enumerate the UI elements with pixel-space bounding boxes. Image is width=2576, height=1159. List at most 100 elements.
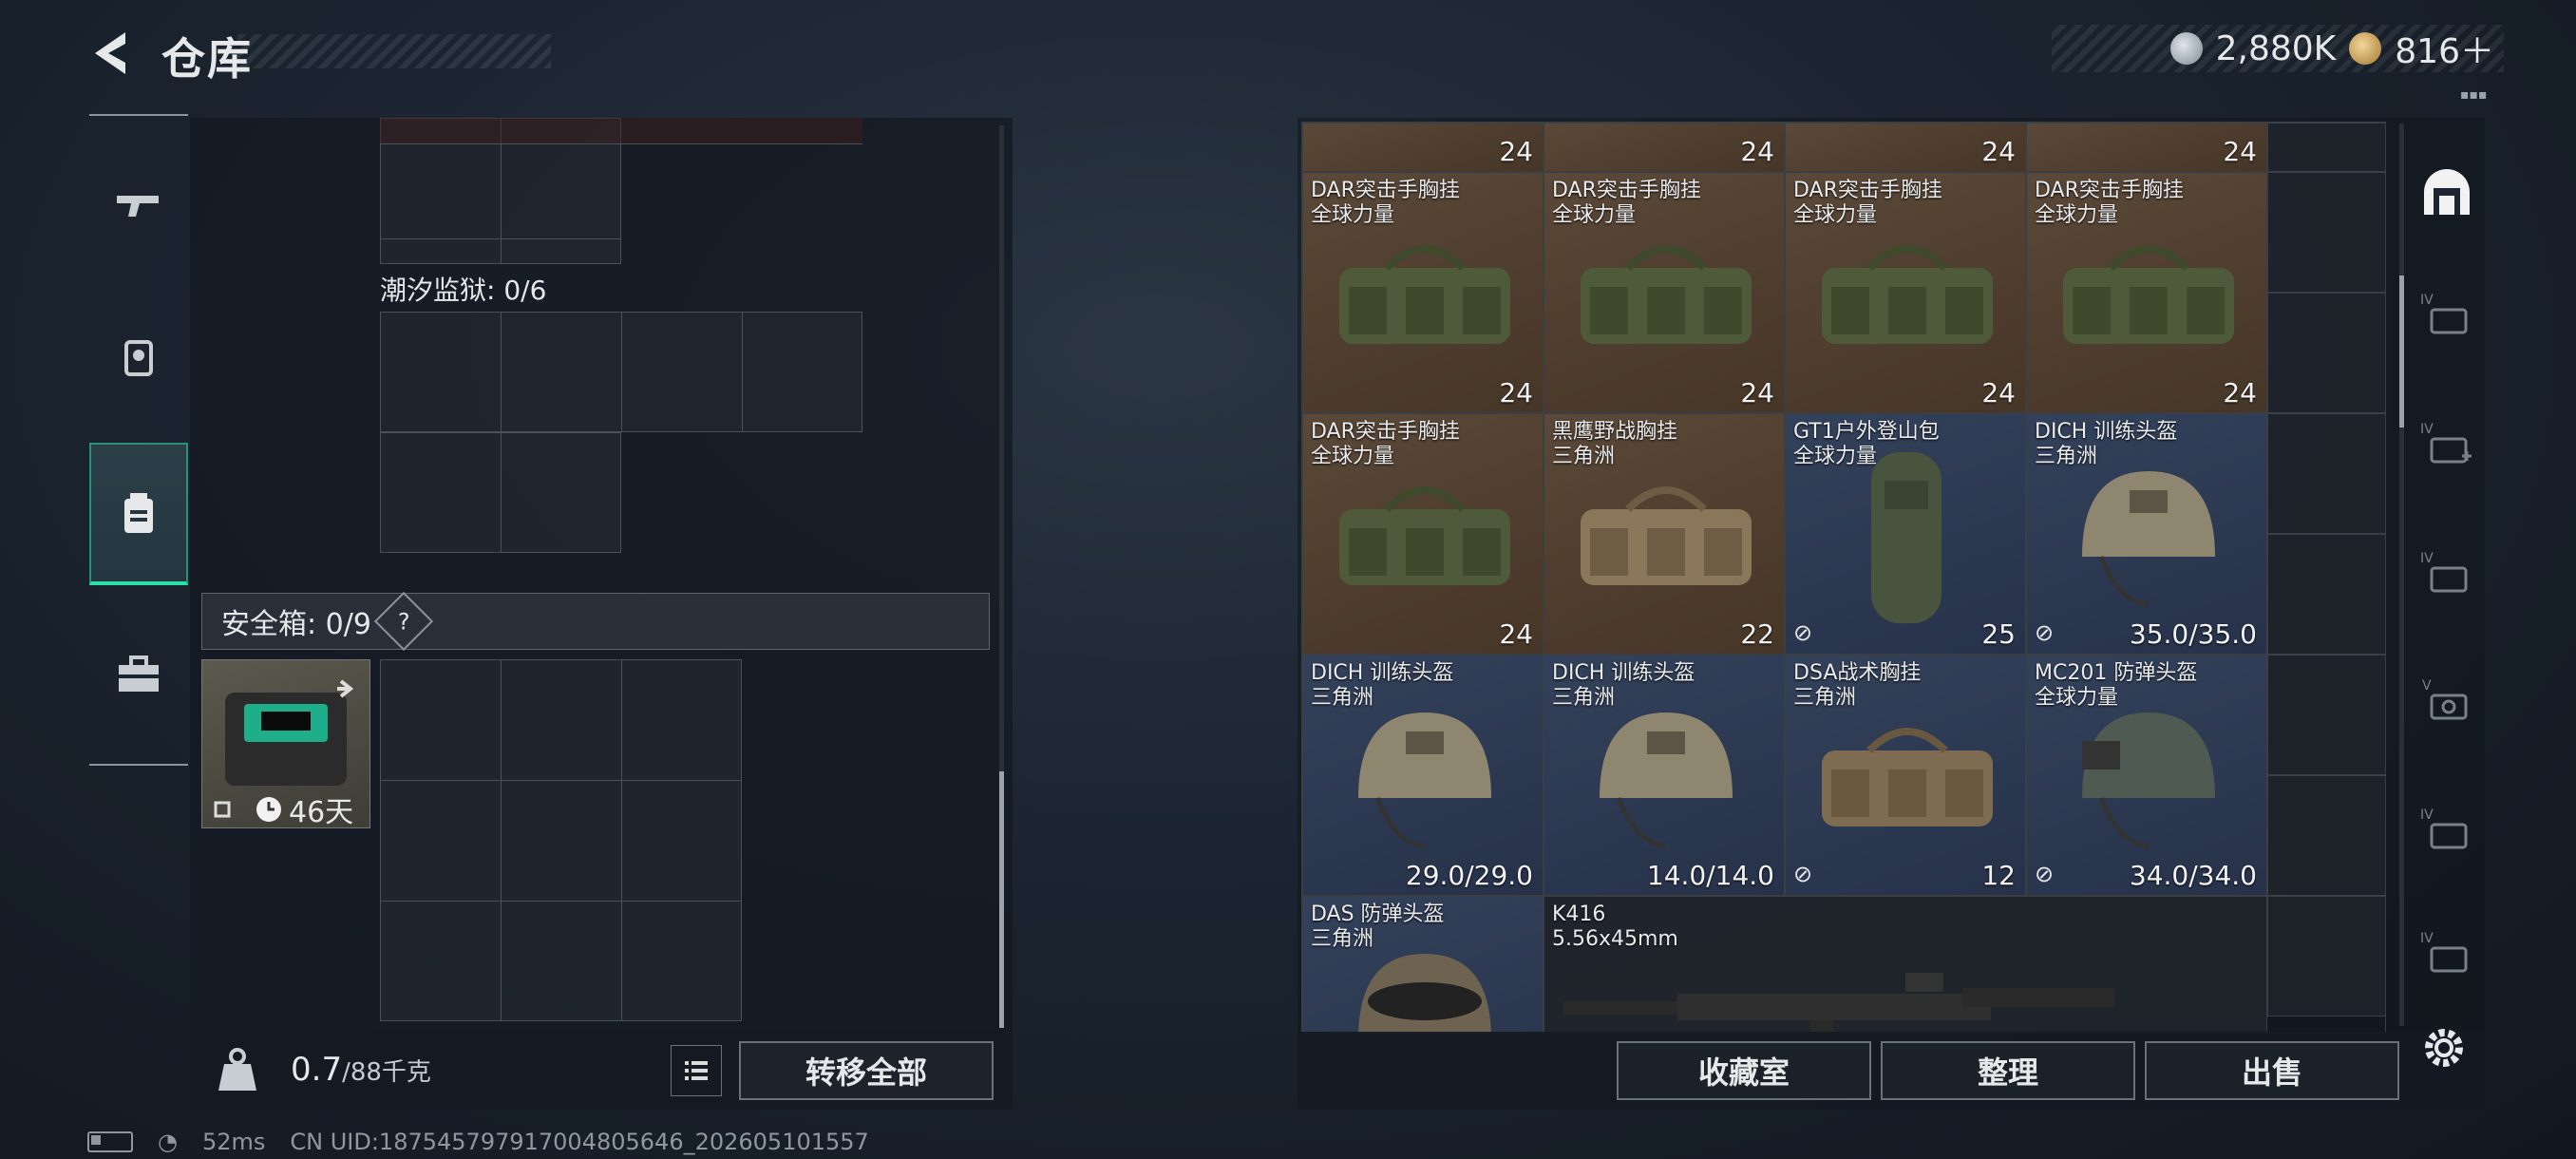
svg-text:IV: IV xyxy=(2420,422,2434,437)
empty-cell[interactable] xyxy=(2267,172,2385,293)
empty-cell[interactable] xyxy=(2267,896,2385,1016)
no-trade-icon: ⊘ xyxy=(1793,861,1813,887)
no-trade-icon: ⊘ xyxy=(2035,861,2055,887)
tide-prison-grid-row1[interactable] xyxy=(380,312,862,432)
storage-grid: 24 24 24 24 DAR突击手胸挂 全球力量 24 DAR突击手胸挂 全球力量… xyxy=(1301,122,2386,1034)
chest-rig-icon xyxy=(2063,245,2234,344)
no-trade-icon: ⊘ xyxy=(2035,619,2055,646)
storage-item[interactable]: 24 xyxy=(1544,123,1785,172)
empty-cell[interactable] xyxy=(2267,655,2385,775)
left-scroll-thumb[interactable] xyxy=(999,771,1004,1028)
more-dots-icon: ▪▪▪ xyxy=(2460,87,2488,103)
chest-rig-icon xyxy=(1339,486,1510,585)
storage-item[interactable]: DICH 训练头盔 三角洲 14.0/14.0 xyxy=(1544,655,1785,896)
svg-text:IV: IV xyxy=(2420,808,2434,823)
chest-rig-icon xyxy=(1822,728,1993,826)
storage-item[interactable]: 24 xyxy=(1302,123,1544,172)
empty-cell[interactable] xyxy=(2267,293,2385,413)
tab-operator[interactable] xyxy=(89,285,188,428)
weight-readout: 0.7/88千克 xyxy=(291,1051,431,1089)
list-icon[interactable] xyxy=(671,1045,722,1096)
empty-cell[interactable] xyxy=(2267,413,2385,534)
empty-cell[interactable] xyxy=(2267,534,2385,655)
storage-item[interactable]: DICH 训练头盔 三角洲 ⊘ 35.0/35.0 xyxy=(2026,413,2267,655)
storage-tab-iv-4-icon[interactable]: IV xyxy=(2415,800,2479,864)
uid-text: CN UID:18754579791700480564​6_2026051015… xyxy=(290,1129,869,1155)
operator-icon xyxy=(124,340,153,376)
clock-icon xyxy=(256,797,281,822)
sort-button[interactable]: 整理 xyxy=(1881,1041,2135,1100)
storage-item[interactable]: DAS 防弹头盔 三角洲 xyxy=(1302,896,1544,1033)
backpack-icon xyxy=(124,493,153,533)
empty-cell[interactable] xyxy=(2267,775,2385,896)
ping-text: 52ms xyxy=(201,1129,266,1155)
storage-item[interactable]: MC201 防弹头盔 全球力量 ⊘ 34.0/34.0 xyxy=(2026,655,2267,896)
gold-coin-icon xyxy=(2349,32,2382,65)
silver-coin-icon xyxy=(2169,32,2203,65)
helmet-icon xyxy=(2082,471,2215,607)
tab-weapons[interactable] xyxy=(89,133,188,276)
storage-item[interactable]: DAR突击手胸挂 全球力量 24 xyxy=(1544,172,1785,413)
status-bar: ◔ 52ms CN UID:18754579791700480564​6_202… xyxy=(87,1129,869,1155)
storage-tab-iv-2-icon[interactable]: IV xyxy=(2415,414,2479,479)
wifi-icon: ◔ xyxy=(158,1129,178,1155)
storage-tab-v-icon[interactable]: V xyxy=(2415,671,2479,735)
page-title: 仓库 xyxy=(161,33,253,85)
rifle-icon xyxy=(1563,973,2114,1033)
storage-tab-iv-5-icon[interactable]: IV xyxy=(2415,923,2479,988)
tab-toolbox[interactable] xyxy=(89,604,188,747)
collection-room-button[interactable]: 收藏室 xyxy=(1617,1041,1871,1100)
tab-storage[interactable] xyxy=(89,443,188,585)
gold-amount[interactable]: 816＋ xyxy=(2395,24,2494,73)
helmet-icon xyxy=(2082,712,2215,848)
safebox-grid[interactable] xyxy=(380,659,742,1021)
no-trade-icon: ⊘ xyxy=(1793,619,1813,646)
svg-text:IV: IV xyxy=(2420,551,2434,566)
storage-item[interactable]: DAR突击手胸挂 全球力量 24 xyxy=(1302,413,1544,655)
silver-amount: 2,880K xyxy=(2215,28,2337,68)
container-grid-top-row xyxy=(380,118,862,144)
storage-tab-iv-1-icon[interactable]: IV xyxy=(2415,285,2479,350)
storage-item[interactable]: DICH 训练头盔 三角洲 29.0/29.0 xyxy=(1302,655,1544,896)
helmet-icon xyxy=(1358,712,1491,848)
storage-item[interactable]: DSA战术胸挂 三角洲 ⊘ 12 xyxy=(1785,655,2026,896)
helmet-icon xyxy=(1600,712,1733,848)
svg-text:IV: IV xyxy=(2420,931,2434,946)
svg-text:V: V xyxy=(2422,678,2432,694)
briefcase-icon xyxy=(119,656,159,692)
right-scrollbar[interactable] xyxy=(2399,124,2404,1026)
chest-rig-icon xyxy=(1581,245,1752,344)
safebox-header: 安全箱: 0/9 ? xyxy=(201,591,990,652)
storage-item[interactable]: 黑鹰野战胸挂 三角洲 22 xyxy=(1544,413,1785,655)
storage-item[interactable]: 24 xyxy=(2026,123,2267,172)
storage-item[interactable]: GT1户外登山包 全球力量 ⊘ 25 xyxy=(1785,413,2026,655)
storage-tab-iv-3-icon[interactable]: IV xyxy=(2415,543,2479,608)
help-icon[interactable]: ? xyxy=(373,591,434,652)
weight-icon xyxy=(211,1043,264,1096)
empty-cell[interactable] xyxy=(2267,123,2385,172)
storage-item[interactable]: DAR突击手胸挂 全球力量 24 xyxy=(2026,172,2267,413)
storage-item[interactable]: DAR突击手胸挂 全球力量 24 xyxy=(1785,172,2026,413)
tide-prison-label: 潮汐监狱: 0/6 xyxy=(380,275,547,306)
safebox-label: 安全箱: 0/9 xyxy=(221,608,371,641)
gun-icon xyxy=(117,196,159,217)
chest-rig-icon xyxy=(1822,245,1993,344)
tide-prison-grid-row2[interactable] xyxy=(380,432,621,553)
chest-rig-icon xyxy=(1581,486,1752,585)
back-arrow-icon[interactable] xyxy=(87,27,141,80)
helmet-icon xyxy=(1358,954,1491,1033)
battery-icon xyxy=(87,1131,133,1152)
sell-button[interactable]: 出售 xyxy=(2145,1041,2399,1100)
gear-icon[interactable] xyxy=(2417,1021,2471,1074)
currency-display: 2,880K 816＋ xyxy=(2052,25,2504,72)
secure-case-timer: 46天 xyxy=(255,788,353,830)
storage-item[interactable]: 24 xyxy=(1785,123,2026,172)
home-storage-icon[interactable] xyxy=(2415,160,2479,224)
transfer-all-button[interactable]: 转移全部 xyxy=(739,1041,994,1100)
storage-item[interactable]: K416 5.56x45mm xyxy=(1544,896,2267,1033)
storage-item[interactable]: DAR突击手胸挂 全球力量 24 xyxy=(1302,172,1544,413)
right-scroll-thumb[interactable] xyxy=(2399,276,2404,428)
svg-text:IV: IV xyxy=(2420,293,2434,308)
chest-rig-icon xyxy=(1339,245,1510,344)
title-decoration xyxy=(237,34,551,68)
